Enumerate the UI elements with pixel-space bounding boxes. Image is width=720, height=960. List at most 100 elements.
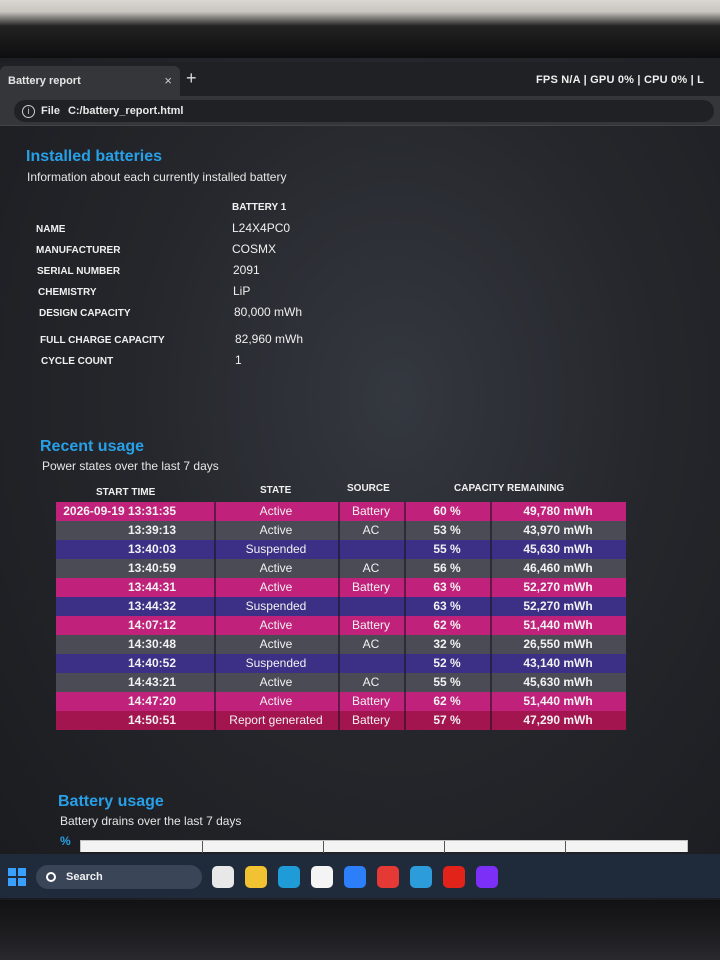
cell-state: Active: [259, 561, 293, 575]
cell-capacity-mwh: 51,440 mWh: [523, 618, 593, 632]
header-capacity-remaining: CAPACITY REMAINING: [454, 483, 565, 494]
camera-icon[interactable]: [344, 866, 366, 888]
mail-icon[interactable]: [410, 866, 432, 888]
tab-strip: Battery report × + FPS N/A | GPU 0% | CP…: [0, 62, 720, 96]
close-icon[interactable]: ×: [164, 73, 172, 88]
cell-capacity-percent: 55 %: [433, 542, 461, 556]
taskbar-search[interactable]: Search: [36, 865, 202, 889]
column-divider: [214, 616, 216, 635]
header-state: STATE: [260, 485, 292, 496]
cell-capacity-mwh: 26,550 mWh: [523, 637, 593, 651]
column-divider: [490, 616, 492, 635]
column-divider: [338, 559, 340, 578]
table-row: 14:43:21 Active AC 55 % 45,630 mWh: [56, 673, 626, 692]
cell-state: Active: [259, 523, 293, 537]
column-divider: [490, 540, 492, 559]
file-explorer-icon[interactable]: [245, 866, 267, 888]
cell-source: [338, 540, 404, 559]
task-view-icon[interactable]: [212, 866, 234, 888]
cell-capacity-percent: 56 %: [433, 561, 461, 575]
cell-capacity-percent: 63 %: [433, 580, 461, 594]
cell-state: Suspended: [245, 656, 307, 670]
column-divider: [490, 597, 492, 616]
cell-capacity-percent: 55 %: [433, 675, 461, 689]
notepad-icon[interactable]: [311, 866, 333, 888]
edge-icon[interactable]: [278, 866, 300, 888]
column-divider: [404, 540, 406, 559]
column-divider: [404, 673, 406, 692]
perf-overlay: FPS N/A | GPU 0% | CPU 0% | L: [536, 74, 705, 86]
lenovo-icon[interactable]: [443, 866, 465, 888]
info-icon[interactable]: i: [22, 104, 35, 118]
table-row: 13:44:31 Active Battery 63 % 52,270 mWh: [56, 578, 626, 597]
column-divider: [490, 559, 492, 578]
header-start-time: START TIME: [96, 487, 156, 498]
cell-capacity-percent: 63 %: [433, 599, 461, 613]
label-full-charge-capacity: FULL CHARGE CAPACITY: [40, 335, 165, 346]
cell-source: AC: [362, 675, 380, 689]
new-tab-button[interactable]: +: [186, 68, 197, 89]
chart-gridline: [444, 841, 445, 853]
url-prefix: File: [41, 105, 60, 117]
column-divider: [214, 521, 216, 540]
battery-column-header: BATTERY 1: [232, 202, 287, 213]
vantage-icon[interactable]: [476, 866, 498, 888]
battery-usage-axis-label: %: [60, 834, 71, 848]
cell-start-time: 14:30:48: [127, 637, 176, 651]
cell-start-time: 13:40:59: [127, 561, 176, 575]
column-divider: [490, 578, 492, 597]
column-divider: [490, 521, 492, 540]
column-divider: [404, 635, 406, 654]
table-row: 14:30:48 Active AC 32 % 26,550 mWh: [56, 635, 626, 654]
value-name: L24X4PC0: [232, 221, 291, 235]
cell-source: AC: [362, 637, 380, 651]
column-divider: [338, 654, 340, 673]
cell-state: Active: [259, 504, 293, 518]
tab-battery-report[interactable]: Battery report ×: [0, 66, 180, 96]
cell-capacity-mwh: 51,440 mWh: [523, 694, 593, 708]
column-divider: [338, 521, 340, 540]
cell-capacity-percent: 62 %: [433, 618, 461, 632]
cell-start-time: 13:44:32: [127, 599, 176, 613]
address-bar: i File C:/battery_report.html: [0, 96, 720, 126]
url-input[interactable]: i File C:/battery_report.html: [14, 100, 714, 122]
cell-source: Battery: [351, 504, 390, 518]
cell-start-time: 2026-09-19 13:31:35: [63, 504, 176, 518]
value-design-capacity: 80,000 mWh: [234, 305, 303, 319]
value-serial-number: 2091: [233, 263, 260, 277]
column-divider: [214, 692, 216, 711]
cell-capacity-percent: 32 %: [433, 637, 461, 651]
label-design-capacity: DESIGN CAPACITY: [39, 308, 131, 319]
cell-capacity-percent: 57 %: [433, 713, 461, 727]
monitor-bezel-top: [0, 0, 720, 58]
cell-start-time: 14:07:12: [127, 618, 176, 632]
cell-source: Battery: [351, 580, 390, 594]
installed-batteries-subtitle: Information about each currently install…: [27, 170, 287, 184]
table-row: 14:40:52 Suspended 52 % 43,140 mWh: [56, 654, 626, 673]
table-row: 2026-09-19 13:31:35 Active Battery 60 % 49,7…: [56, 502, 626, 521]
table-row: 13:39:13 Active AC 53 % 43,970 mWh: [56, 521, 626, 540]
recent-usage-title: Recent usage: [40, 438, 145, 455]
table-row: 14:07:12 Active Battery 62 % 51,440 mWh: [56, 616, 626, 635]
column-divider: [338, 597, 340, 616]
cell-capacity-percent: 60 %: [433, 504, 461, 518]
column-divider: [404, 502, 406, 521]
column-divider: [338, 540, 340, 559]
cell-state: Suspended: [245, 542, 307, 556]
cell-source: [338, 654, 404, 673]
column-divider: [338, 692, 340, 711]
windows-start-icon[interactable]: [8, 868, 26, 886]
column-divider: [490, 673, 492, 692]
security-icon[interactable]: [377, 866, 399, 888]
cell-state: Active: [259, 618, 293, 632]
cell-capacity-percent: 62 %: [433, 694, 461, 708]
report-content: Installed batteries Information about ea…: [0, 128, 720, 853]
cell-state: Active: [259, 580, 293, 594]
tab-title: Battery report: [8, 75, 81, 87]
cell-capacity-mwh: 52,270 mWh: [523, 599, 593, 613]
monitor-bezel-bottom: [0, 900, 720, 960]
cell-source: AC: [362, 561, 380, 575]
cell-capacity-mwh: 47,290 mWh: [523, 713, 593, 727]
column-divider: [404, 559, 406, 578]
table-row: 14:50:51 Report generated Battery 57 % 47,29…: [56, 711, 626, 730]
